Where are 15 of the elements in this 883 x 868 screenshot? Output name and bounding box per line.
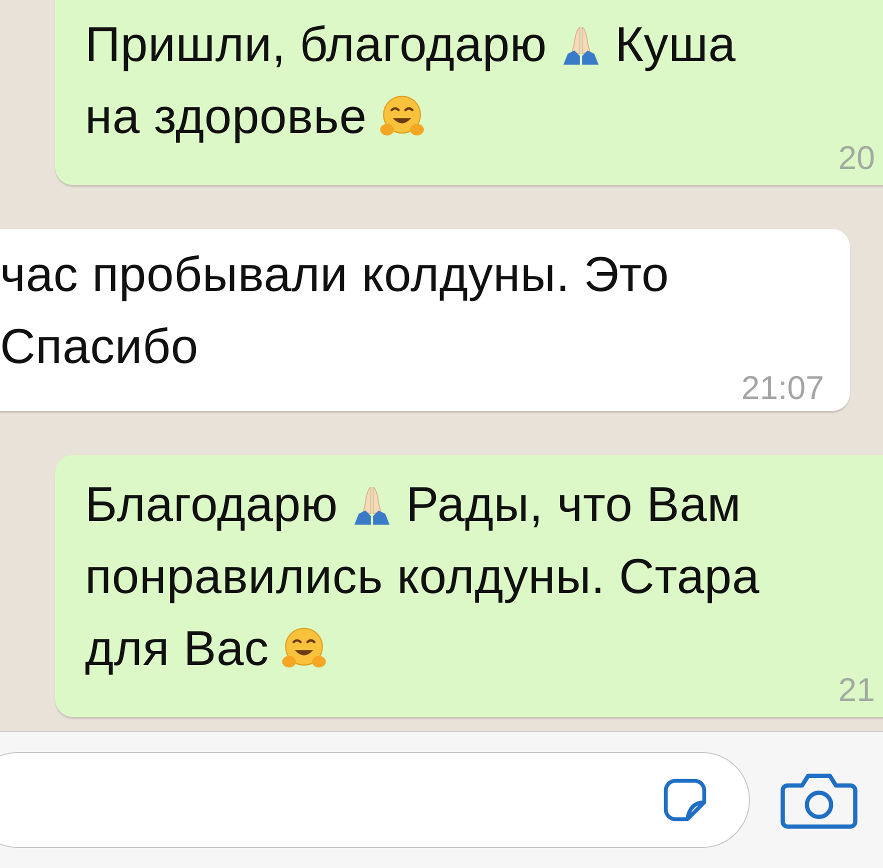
message-input-field[interactable] bbox=[0, 752, 750, 848]
message-text: для Вас bbox=[85, 621, 269, 677]
message-text: понравились колдуны. Стара bbox=[85, 549, 760, 605]
message-text: Спасибо bbox=[0, 319, 198, 375]
message-text: на здоровье bbox=[85, 89, 367, 145]
message-text: Пришли, благодарю bbox=[85, 17, 547, 73]
message-text: Куша bbox=[614, 17, 736, 73]
message-text: Благодарю bbox=[85, 477, 338, 533]
message-time: 21 bbox=[838, 671, 875, 709]
message-text: Рады, что Вам bbox=[406, 477, 742, 533]
sticker-icon[interactable] bbox=[661, 776, 709, 824]
camera-icon[interactable] bbox=[780, 771, 858, 829]
message-time: 20 bbox=[838, 139, 875, 177]
message-time: 21:07 bbox=[741, 369, 824, 407]
message-text: час пробывали колдуны. Это bbox=[0, 247, 670, 303]
